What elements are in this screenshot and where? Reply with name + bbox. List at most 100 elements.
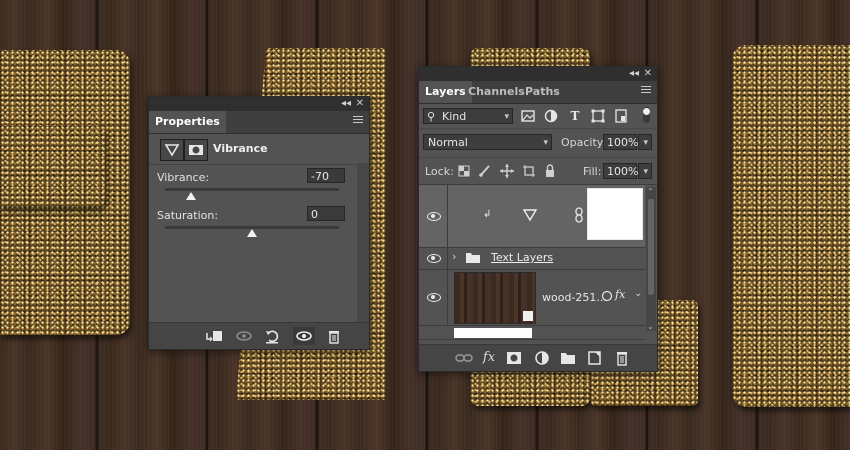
- folder-icon: [465, 251, 481, 267]
- close-icon[interactable]: ✕: [644, 67, 652, 81]
- fill-label: Fill:: [583, 165, 602, 178]
- layers-scrollbar[interactable]: ⌃ ⌄: [646, 187, 656, 331]
- properties-tabrow: Properties: [149, 111, 369, 134]
- mask-icon[interactable]: [184, 139, 208, 161]
- fill-field[interactable]: 100%: [603, 163, 638, 179]
- layers-scrollbar-thumb[interactable]: [648, 199, 654, 295]
- opacity-label: Opacity:: [561, 136, 607, 149]
- chevron-down-icon: ▾: [643, 138, 648, 148]
- adjustment-header: Vibrance: [149, 134, 369, 165]
- search-icon: ⚲: [427, 110, 436, 123]
- tab-paths[interactable]: Paths: [519, 81, 566, 103]
- reset-icon[interactable]: [261, 327, 283, 345]
- lock-artboard-icon[interactable]: [521, 163, 537, 179]
- link-layers-icon[interactable]: [453, 349, 475, 367]
- layers-panel: ◂◂ ✕ Layers Channels Paths ⚲ Kind ▾ T No…: [418, 66, 658, 372]
- lock-label: Lock:: [425, 165, 454, 178]
- panel-menu-icon[interactable]: [641, 86, 651, 94]
- eye-icon[interactable]: [425, 210, 443, 222]
- visibility-toggle-icon[interactable]: [293, 327, 315, 345]
- saturation-value-field[interactable]: 0: [307, 206, 345, 221]
- link-icon[interactable]: [574, 207, 584, 226]
- new-layer-icon[interactable]: [584, 349, 606, 367]
- lock-position-icon[interactable]: [499, 163, 515, 179]
- partial-layer-thumbnail: [454, 328, 532, 338]
- filter-row: ⚲ Kind ▾ T: [419, 104, 657, 129]
- adjustment-layer-filter-icon[interactable]: [543, 108, 559, 124]
- chevron-down-icon: ▾: [504, 112, 509, 122]
- chevron-right-icon[interactable]: ›: [452, 250, 456, 263]
- wood-layer-name[interactable]: wood-251...: [542, 291, 607, 304]
- add-mask-icon[interactable]: [503, 349, 525, 367]
- row-divider: [447, 185, 448, 247]
- adjustment-title: Vibrance: [213, 142, 268, 155]
- view-previous-state-icon[interactable]: [233, 327, 255, 345]
- properties-titlebar[interactable]: ◂◂ ✕: [149, 97, 369, 111]
- chevron-down-icon: ▾: [543, 138, 548, 148]
- layer-row-text-layers-group[interactable]: › Text Layers: [419, 247, 645, 270]
- trash-icon[interactable]: [611, 349, 633, 367]
- layers-titlebar[interactable]: ◂◂ ✕: [419, 67, 657, 81]
- properties-scrollbar[interactable]: [357, 163, 369, 323]
- layer-row-wood[interactable]: wood-251... fx ⌄: [419, 269, 645, 326]
- adjustment-icon[interactable]: [160, 139, 184, 161]
- group-name[interactable]: Text Layers: [491, 251, 553, 264]
- pixel-layer-filter-icon[interactable]: [520, 108, 536, 124]
- lock-row: Lock: Fill: 100% ▾: [419, 157, 657, 185]
- close-icon[interactable]: ✕: [356, 97, 364, 111]
- lock-transparent-pixels-icon[interactable]: [456, 163, 472, 179]
- scroll-up-icon[interactable]: ⌃: [647, 187, 654, 196]
- new-group-icon[interactable]: [557, 349, 579, 367]
- panel-menu-icon[interactable]: [353, 116, 363, 124]
- layer-row-vibrance[interactable]: ↲: [419, 185, 645, 248]
- saturation-label: Saturation:: [157, 209, 219, 222]
- fill-dropdown[interactable]: ▾: [638, 163, 652, 179]
- filter-kind-label: Kind: [442, 110, 467, 123]
- eye-icon[interactable]: [425, 291, 443, 303]
- vibrance-value-field[interactable]: -70: [307, 168, 345, 183]
- scroll-down-icon[interactable]: ⌄: [647, 322, 654, 331]
- glitter-letter-l: [732, 45, 850, 407]
- smart-object-badge-icon: [523, 311, 533, 321]
- row-divider: [447, 247, 448, 269]
- collapse-icon[interactable]: ◂◂: [341, 97, 351, 111]
- layers-bottombar: fx: [419, 344, 657, 371]
- layer-row-partial[interactable]: [419, 325, 645, 340]
- opacity-dropdown[interactable]: ▾: [638, 134, 652, 150]
- trash-icon[interactable]: [323, 327, 345, 345]
- filter-kind-select[interactable]: ⚲ Kind ▾: [423, 108, 513, 124]
- row-divider: [447, 269, 448, 325]
- fx-icon[interactable]: fx: [478, 349, 500, 367]
- fx-icon[interactable]: fx: [615, 288, 625, 301]
- wood-layer-thumbnail[interactable]: [454, 272, 536, 324]
- collapse-icon[interactable]: ◂◂: [629, 67, 639, 81]
- smart-filter-icon[interactable]: [601, 290, 613, 305]
- clip-to-layer-icon[interactable]: [203, 327, 225, 345]
- blend-mode-label: Normal: [428, 136, 468, 149]
- blend-mode-select[interactable]: Normal ▾: [423, 134, 552, 150]
- chevron-down-icon: ▾: [643, 167, 648, 177]
- saturation-slider-thumb[interactable]: [247, 229, 257, 237]
- eye-icon[interactable]: [425, 252, 443, 264]
- new-adjustment-layer-icon[interactable]: [531, 349, 553, 367]
- opacity-field[interactable]: 100%: [603, 134, 638, 150]
- blend-row: Normal ▾ Opacity: 100% ▾: [419, 128, 657, 154]
- tab-properties[interactable]: Properties: [149, 111, 226, 133]
- chevron-down-icon[interactable]: ⌄: [634, 288, 642, 299]
- type-layer-filter-icon[interactable]: T: [567, 108, 583, 124]
- smart-object-filter-icon[interactable]: [613, 108, 629, 124]
- vibrance-adjustment-icon: [522, 207, 538, 226]
- lock-image-pixels-icon[interactable]: [477, 163, 493, 179]
- layer-mask-thumbnail[interactable]: [587, 188, 643, 240]
- shape-layer-filter-icon[interactable]: [590, 108, 606, 124]
- layers-tabrow: Layers Channels Paths: [419, 81, 657, 104]
- vibrance-slider-thumb[interactable]: [186, 192, 197, 200]
- filter-toggle-switch[interactable]: [643, 107, 650, 123]
- glitter-letter-f-arm: [0, 125, 105, 207]
- properties-bottombar: [149, 322, 369, 349]
- properties-panel: ◂◂ ✕ Properties Vibrance Vibrance: -70 S…: [148, 96, 370, 350]
- vibrance-slider-track[interactable]: [165, 188, 339, 191]
- clipping-arrow-icon: ↲: [483, 209, 492, 220]
- lock-all-icon[interactable]: [542, 163, 558, 179]
- vibrance-label: Vibrance:: [157, 171, 210, 184]
